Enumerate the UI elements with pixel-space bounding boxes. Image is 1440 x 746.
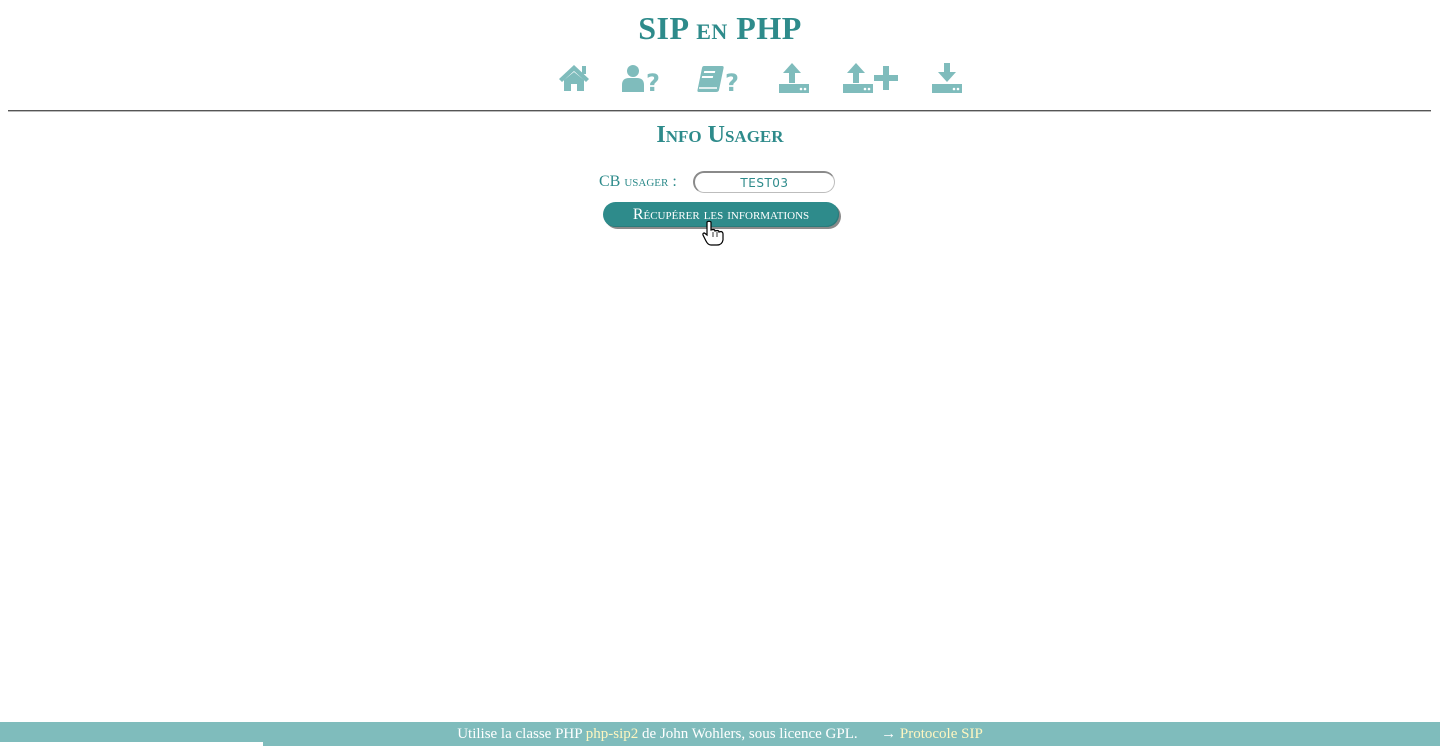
upload-plus-icon	[843, 63, 898, 93]
arrow-icon: →	[881, 726, 897, 742]
header-divider	[8, 110, 1431, 112]
nav-bar: ? ?	[0, 58, 1440, 98]
nav-item-info[interactable]: ?	[696, 58, 746, 98]
nav-checkout[interactable]	[777, 58, 811, 98]
user-question-icon: ?	[622, 65, 660, 97]
fetch-info-button[interactable]: Récupérer les informations	[603, 202, 839, 227]
section-title: Info Usager	[656, 122, 784, 148]
book-question-icon: ?	[697, 66, 739, 97]
nav-renew[interactable]	[841, 58, 901, 98]
cb-usager-input[interactable]	[693, 171, 835, 193]
php-sip2-link[interactable]: php-sip2	[586, 726, 639, 742]
upload-icon	[779, 63, 809, 93]
nav-user-info[interactable]: ?	[620, 58, 666, 98]
svg-text:?: ?	[725, 69, 739, 97]
nav-checkin[interactable]	[930, 58, 964, 98]
home-icon	[559, 65, 589, 91]
download-icon	[932, 63, 962, 93]
svg-text:?: ?	[646, 69, 660, 97]
nav-home[interactable]	[557, 58, 591, 98]
footer-text-after: de John Wohlers, sous licence GPL.	[642, 726, 858, 742]
footer-text-before: Utilise la classe PHP	[457, 726, 583, 742]
sip-protocol-link[interactable]: Protocole SIP	[900, 726, 983, 742]
page-title: SIP en PHP	[638, 10, 802, 46]
cb-usager-label: CB usager :	[599, 173, 677, 190]
corner-strip	[0, 742, 263, 746]
